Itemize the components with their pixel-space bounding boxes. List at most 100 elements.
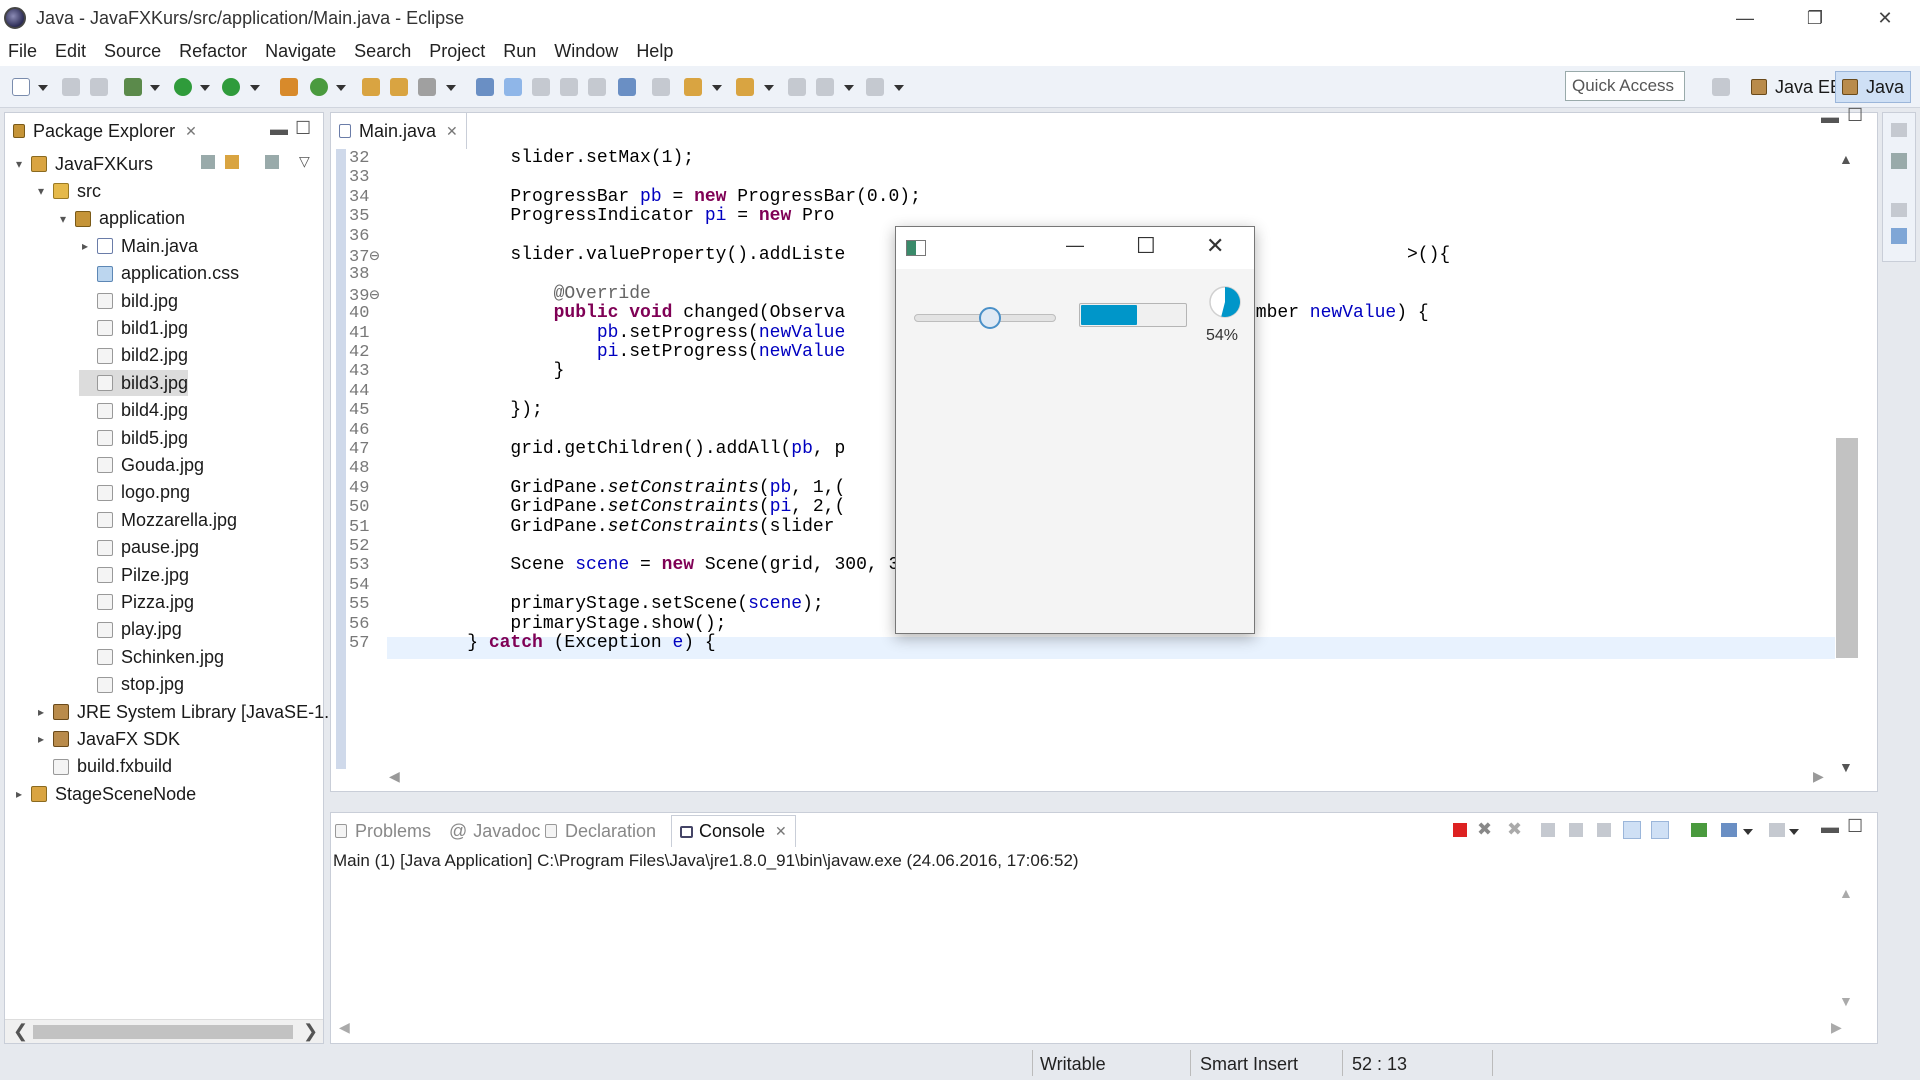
chevron-down-icon[interactable]: ▾ [35, 184, 47, 198]
menu-file[interactable]: File [8, 41, 37, 62]
tab-declaration[interactable]: Declaration [545, 815, 656, 847]
perspective-java-ee[interactable]: Java EE [1745, 71, 1848, 103]
show-on-output-icon[interactable] [1623, 821, 1641, 839]
restore-icon[interactable] [1891, 203, 1907, 217]
tree-item[interactable]: build.fxbuild [35, 754, 172, 780]
forward-dropdown-icon[interactable] [894, 85, 904, 91]
menu-navigate[interactable]: Navigate [265, 41, 336, 62]
code-line[interactable]: } [424, 361, 565, 381]
chevron-right-icon[interactable]: ▸ [79, 239, 91, 253]
debug-dropdown-icon[interactable] [150, 85, 160, 91]
menu-project[interactable]: Project [429, 41, 485, 62]
tree-item[interactable]: ▾ JavaFXKurs [13, 151, 153, 177]
close-button[interactable]: ✕ [1850, 0, 1920, 36]
scroll-left-icon[interactable]: ❮ [13, 1021, 28, 1042]
open-console-dropdown-icon[interactable] [1789, 829, 1799, 835]
tree-item[interactable]: ▸ JavaFX SDK [35, 726, 180, 752]
code-line[interactable]: ProgressIndicator pi = new Pro [424, 206, 834, 226]
open-folder-icon[interactable] [390, 78, 408, 96]
code-line[interactable]: pi.setProgress(newValue [424, 342, 845, 362]
display-console-icon[interactable] [1721, 823, 1737, 837]
code-line[interactable]: primaryStage.show(); [424, 614, 726, 634]
tree-item[interactable]: bild3.jpg [79, 370, 189, 397]
stage-minimize-icon[interactable]: — [1066, 235, 1084, 256]
prev-annotation-icon[interactable] [736, 78, 754, 96]
annotation-dropdown-icon[interactable] [712, 85, 722, 91]
new-class-icon[interactable] [310, 78, 328, 96]
open-type-icon[interactable] [362, 78, 380, 96]
tree-item[interactable]: bild1.jpg [79, 315, 188, 341]
code-line[interactable]: grid.getChildren().addAll(pb, p [424, 439, 845, 459]
show-on-error-icon[interactable] [1651, 821, 1669, 839]
scroll-down-icon[interactable]: ▼ [1839, 993, 1853, 1009]
menu-help[interactable]: Help [636, 41, 673, 62]
block-selection-icon[interactable] [532, 78, 550, 96]
save-icon[interactable] [62, 78, 80, 96]
display-console-dropdown-icon[interactable] [1743, 829, 1753, 835]
tree-item[interactable]: bild5.jpg [79, 425, 188, 451]
stage-maximize-icon[interactable]: ☐ [1136, 233, 1156, 259]
scroll-up-icon[interactable]: ▲ [1839, 151, 1853, 167]
view-menu-icon[interactable]: ▽ [299, 153, 310, 170]
filter-icon[interactable] [265, 155, 279, 169]
explorer-hscroll[interactable]: ❮ ❯ [5, 1019, 323, 1043]
debug-icon[interactable] [124, 78, 142, 96]
new-icon[interactable] [12, 78, 30, 96]
last-edit-icon[interactable] [788, 78, 806, 96]
scroll-left-icon[interactable]: ◀ [389, 768, 400, 785]
menu-source[interactable]: Source [104, 41, 161, 62]
tree-item[interactable]: logo.png [79, 480, 190, 506]
external-tools-dropdown-icon[interactable] [250, 85, 260, 91]
tree-item[interactable]: ▸ StageSceneNode [13, 781, 196, 807]
external-tools-icon[interactable] [222, 78, 240, 96]
menu-edit[interactable]: Edit [55, 41, 86, 62]
maximize-editor-icon[interactable]: ☐ [1847, 105, 1863, 126]
open-console-icon[interactable] [1769, 823, 1785, 837]
slider-thumb[interactable] [978, 307, 1001, 329]
scroll-down-icon[interactable]: ▼ [1839, 759, 1853, 775]
close-tab-icon[interactable]: ✕ [185, 123, 197, 140]
search-icon[interactable] [418, 78, 436, 96]
tab-javadoc[interactable]: @ Javadoc [449, 815, 540, 847]
scroll-thumb[interactable] [33, 1025, 293, 1039]
word-wrap-icon[interactable] [560, 78, 578, 96]
tree-item[interactable]: play.jpg [79, 617, 182, 643]
outline-icon[interactable] [1891, 153, 1907, 169]
collapse-all-icon[interactable] [201, 155, 215, 169]
save-all-icon[interactable] [90, 78, 108, 96]
prev-annotation-dropdown-icon[interactable] [764, 85, 774, 91]
scroll-up-icon[interactable]: ▲ [1839, 885, 1853, 901]
back-icon[interactable] [816, 78, 834, 96]
tab-problems[interactable]: Problems [335, 815, 431, 847]
code-line[interactable]: GridPane.setConstraints(pb, 1,( [424, 478, 845, 498]
terminate-icon[interactable] [1453, 823, 1467, 837]
run-dropdown-icon[interactable] [200, 85, 210, 91]
chevron-right-icon[interactable]: ▸ [35, 732, 47, 746]
next-annotation-icon[interactable] [652, 78, 670, 96]
tab-console[interactable]: Console ✕ [671, 815, 796, 847]
tree-item[interactable]: Pizza.jpg [79, 589, 194, 615]
stage-close-icon[interactable]: ✕ [1206, 233, 1224, 259]
code-line[interactable]: ProgressBar pb = new ProgressBar(0.0); [424, 187, 921, 207]
chevron-down-icon[interactable]: ▾ [13, 157, 25, 171]
code-line[interactable]: } catch (Exception e) { [424, 633, 715, 653]
run-icon[interactable] [174, 78, 192, 96]
minimize-view-icon[interactable]: ▬ [1821, 817, 1839, 838]
maximize-view-icon[interactable]: ☐ [1847, 816, 1863, 837]
code-line[interactable]: }); [424, 400, 542, 420]
highlight-icon[interactable] [504, 78, 522, 96]
scroll-right-icon[interactable]: ❯ [303, 1021, 318, 1042]
restore-button[interactable]: ❐ [1780, 0, 1850, 36]
tree-item[interactable]: Gouda.jpg [79, 452, 204, 478]
minimize-editor-icon[interactable]: ▬ [1821, 107, 1839, 128]
code-line[interactable]: primaryStage.setScene(scene); [424, 594, 823, 614]
pin-console-icon[interactable] [1691, 823, 1707, 837]
editor-scroll-thumb[interactable] [1836, 438, 1858, 658]
tree-item[interactable]: application.css [79, 261, 239, 287]
chevron-right-icon[interactable]: ▸ [13, 787, 25, 801]
code-line[interactable]: GridPane.setConstraints(slider [424, 517, 834, 537]
menu-refactor[interactable]: Refactor [179, 41, 247, 62]
scroll-right-icon[interactable]: ▶ [1831, 1019, 1842, 1036]
tree-item[interactable]: stop.jpg [79, 672, 184, 698]
tab-main-java[interactable]: Main.java ✕ [331, 113, 467, 149]
